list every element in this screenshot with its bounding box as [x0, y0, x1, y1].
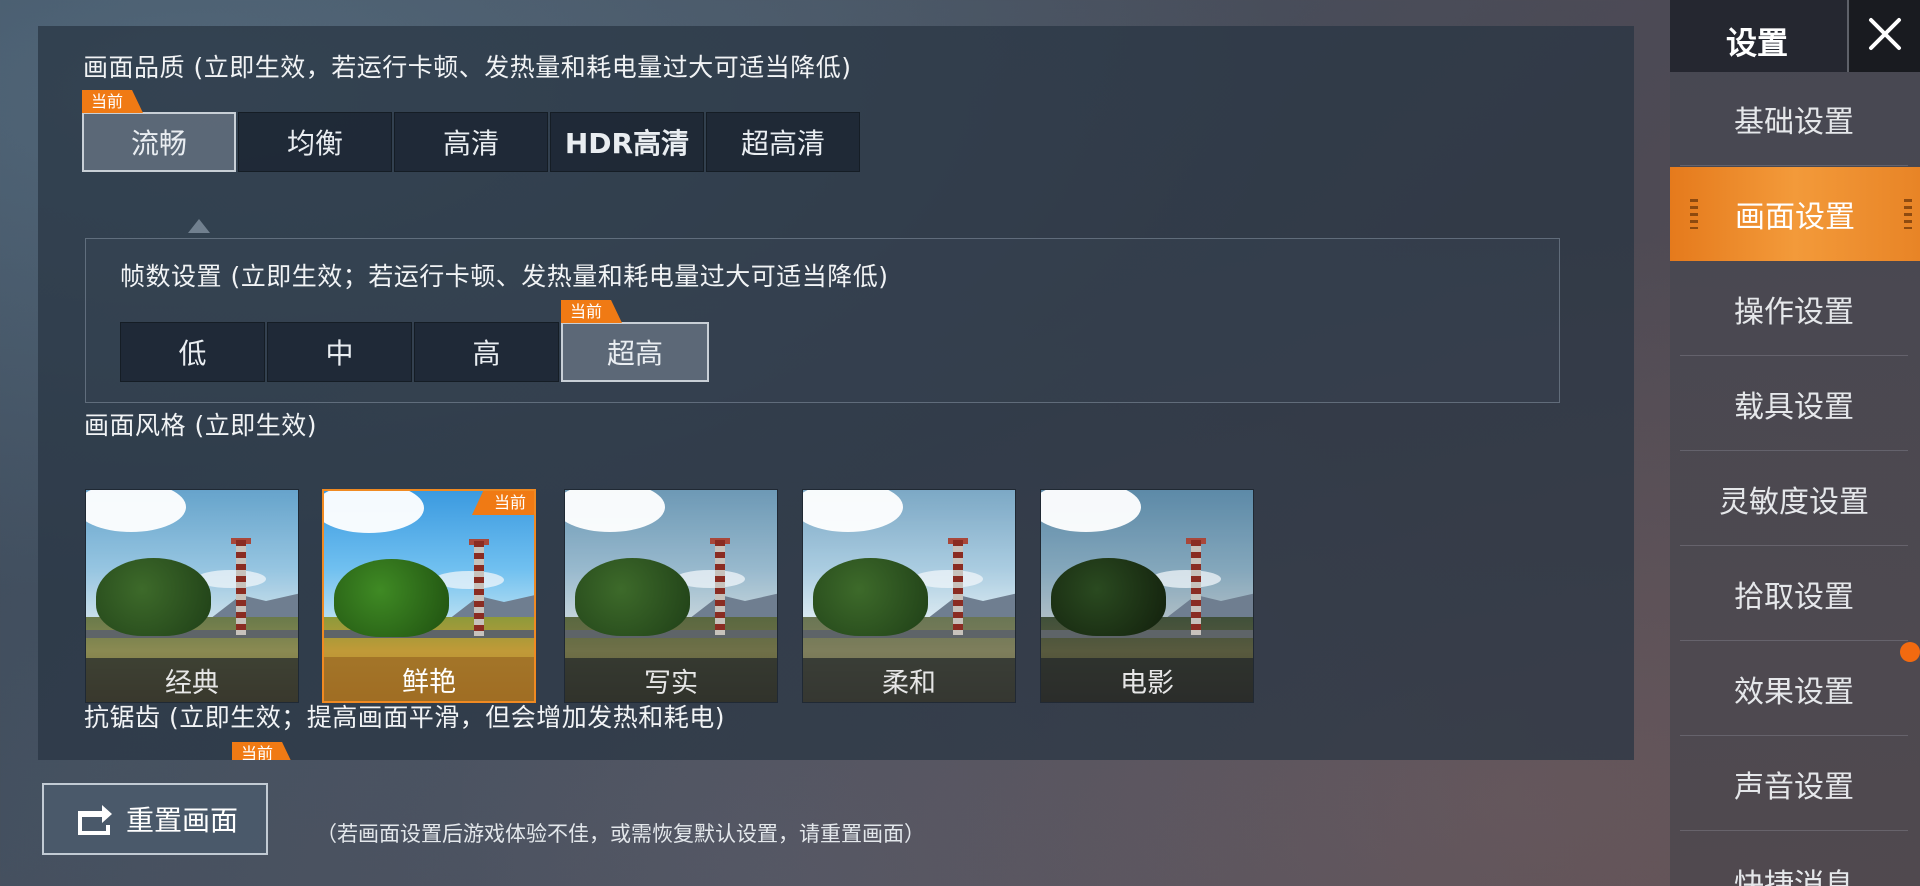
sidebar-item-label: 基础设置 [1734, 104, 1854, 140]
sidebar-item-pickup[interactable]: 拾取设置 [1680, 547, 1908, 641]
quality-option-label: 流畅 [130, 127, 187, 160]
sidebar-item-sensitivity[interactable]: 灵敏度设置 [1680, 452, 1908, 546]
sidebar-item-vehicle[interactable]: 载具设置 [1680, 357, 1908, 451]
sidebar-item-audio[interactable]: 声音设置 [1680, 737, 1908, 831]
sidebar-item-label: 载具设置 [1734, 389, 1854, 425]
quality-option-smooth[interactable]: 当前 流畅 [82, 90, 236, 172]
fps-settings-box: 帧数设置 (立即生效；若运行卡顿、发热量和耗电量过大可适当降低) 低 中 高 当… [85, 238, 1560, 403]
current-badge: 当前 [561, 300, 623, 323]
antialias-current-indicator: 当前 [232, 742, 296, 760]
close-button[interactable] [1847, 0, 1920, 72]
current-badge: 当前 [232, 742, 294, 760]
expand-arrow-icon [188, 219, 210, 233]
fps-option-high[interactable]: 高 [414, 322, 559, 382]
sidebar-title: 设置 [1726, 26, 1788, 62]
style-card-label: 鲜艳 [324, 657, 534, 701]
active-indicator-dots [1690, 199, 1698, 229]
fps-option-label: 中 [325, 337, 354, 370]
graphics-settings-panel: 画面品质 (立即生效，若运行卡顿、发热量和耗电量过大可适当降低) 当前 流畅 均… [38, 26, 1634, 760]
quality-option-hdr[interactable]: HDR高清 [550, 112, 704, 172]
style-card-label: 写实 [565, 658, 777, 702]
quality-option-ultra[interactable]: 超高清 [706, 112, 860, 172]
sidebar-item-label: 画面设置 [1735, 200, 1855, 235]
style-card-film[interactable]: 电影 [1040, 489, 1254, 703]
sidebar-item-label: 拾取设置 [1734, 579, 1854, 615]
sidebar-item-label: 快捷消息 [1734, 868, 1854, 886]
reset-graphics-button[interactable]: 重置画面 [42, 783, 268, 855]
quality-option-label: HDR高清 [564, 127, 690, 160]
quality-option-label: 超高清 [740, 127, 825, 160]
quality-title: 画面品质 (立即生效，若运行卡顿、发热量和耗电量过大可适当降低) [83, 53, 852, 82]
sidebar-item-label: 操作设置 [1734, 294, 1854, 330]
quality-option-label: 高清 [442, 127, 499, 160]
sidebar-item-quick-messages[interactable]: 快捷消息 [1680, 832, 1908, 886]
fps-option-low[interactable]: 低 [120, 322, 265, 382]
style-card-classic[interactable]: 经典 [85, 489, 299, 703]
style-card-label: 柔和 [803, 658, 1015, 702]
sidebar-item-controls[interactable]: 操作设置 [1680, 262, 1908, 356]
fps-option-label: 超高 [606, 337, 663, 370]
reset-icon [72, 801, 116, 837]
fps-option-medium[interactable]: 中 [267, 322, 412, 382]
reset-hint-text: （若画面设置后游戏体验不佳，或需恢复默认设置，请重置画面） [316, 822, 925, 846]
fps-option-ultra[interactable]: 当前 超高 [561, 300, 709, 382]
current-badge: 当前 [82, 90, 144, 113]
style-card-label: 经典 [86, 658, 298, 702]
sidebar-item-effects[interactable]: 效果设置 [1680, 642, 1908, 736]
active-indicator-dots [1904, 199, 1912, 229]
settings-sidebar: 设置 基础设置 画面设置 操作设置 载具设置 灵敏度设置 拾取设置 效果设置 声… [1670, 0, 1920, 886]
fps-option-label: 低 [178, 337, 207, 370]
quality-option-label: 均衡 [286, 127, 343, 160]
antialias-title: 抗锯齿 (立即生效；提高画面平滑，但会增加发热和耗电) [84, 703, 725, 732]
notification-dot [1900, 642, 1920, 662]
style-title: 画面风格 (立即生效) [84, 411, 317, 440]
quality-options: 当前 流畅 均衡 高清 HDR高清 超高清 [82, 90, 862, 172]
fps-options: 低 中 高 当前 超高 [120, 300, 711, 382]
style-card-label: 电影 [1041, 658, 1253, 702]
fps-title: 帧数设置 (立即生效；若运行卡顿、发热量和耗电量过大可适当降低) [120, 262, 889, 291]
style-card-vivid[interactable]: 当前 鲜艳 [322, 489, 536, 703]
style-card-soft[interactable]: 柔和 [802, 489, 1016, 703]
fps-option-label: 高 [472, 337, 501, 370]
reset-button-label: 重置画面 [125, 804, 238, 837]
sidebar-item-label: 效果设置 [1734, 674, 1854, 710]
quality-option-hd[interactable]: 高清 [394, 112, 548, 172]
sidebar-item-label: 灵敏度设置 [1719, 484, 1869, 520]
sidebar-item-basic[interactable]: 基础设置 [1680, 72, 1908, 166]
sidebar-item-label: 声音设置 [1734, 769, 1854, 805]
sidebar-item-graphics[interactable]: 画面设置 [1670, 167, 1920, 261]
quality-option-balanced[interactable]: 均衡 [238, 112, 392, 172]
close-icon [1867, 16, 1903, 56]
style-card-realistic[interactable]: 写实 [564, 489, 778, 703]
